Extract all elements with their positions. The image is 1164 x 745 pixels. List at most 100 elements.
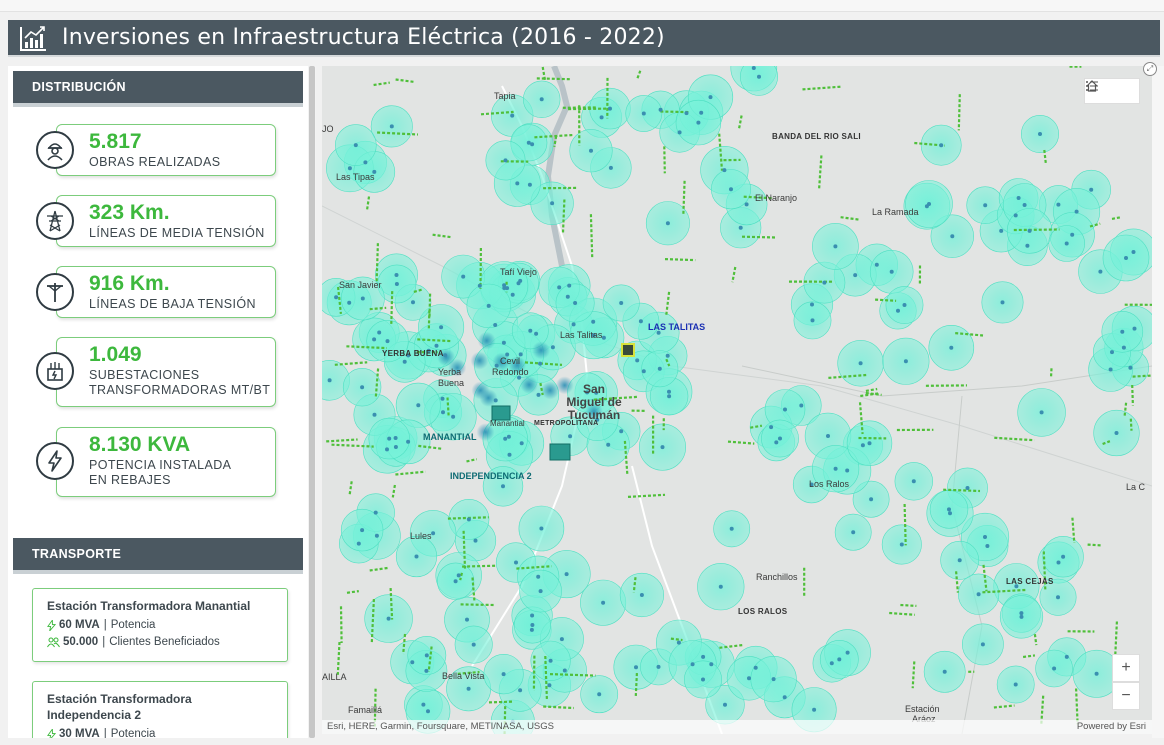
substation-point [1016, 196, 1021, 200]
substation-point [451, 414, 456, 419]
place-label: Estación [905, 704, 940, 714]
substation-point [461, 274, 466, 279]
power-line-segment [1129, 418, 1133, 431]
place-label: MANANTIAL [423, 432, 477, 442]
power-line-segment [1075, 688, 1079, 725]
power-line-segment [432, 233, 452, 239]
lightning-icon [36, 442, 74, 480]
zoom-in-button[interactable]: + [1112, 654, 1140, 682]
place-label: Las Talitas [560, 330, 603, 340]
substation-point [466, 517, 471, 522]
substation-point [385, 339, 390, 344]
legend-list-icon[interactable] [1085, 79, 1099, 93]
substation-point [829, 661, 834, 666]
dashboard-title: Inversiones en Infraestructura Eléctrica… [62, 25, 665, 50]
map-canvas[interactable] [322, 66, 1152, 734]
substation-point [667, 389, 671, 394]
map-view[interactable]: Tapia JO BANDA DEL RIO SALI Las Tipas El… [322, 66, 1152, 734]
power-line-segment [741, 235, 777, 239]
substation-point [591, 319, 596, 324]
substation-point [441, 410, 445, 415]
substation-point [548, 658, 553, 663]
substation-point [440, 396, 445, 401]
substation-point [372, 412, 377, 417]
kpi-label-line1: SUBESTACIONES [89, 368, 200, 382]
power-line-segment [993, 704, 1015, 709]
substation-point [527, 182, 532, 187]
sidebar-scroll-thumb[interactable] [309, 66, 315, 738]
substation-point [503, 436, 508, 441]
power-line-segment [369, 566, 389, 572]
power-line-segment [664, 258, 696, 262]
substation-point [1070, 232, 1075, 237]
powered-by-esri[interactable]: Powered by Esri [1077, 721, 1146, 732]
sidebar-scrollbar[interactable] [308, 66, 316, 738]
substation-point [1022, 203, 1027, 207]
substation-point [1114, 431, 1119, 435]
substation-point [465, 617, 469, 622]
place-label: Cevil [500, 356, 521, 366]
power-line-segment [1022, 654, 1036, 659]
station-power-value: 60 MVA [59, 619, 100, 631]
power-line-segment [737, 115, 743, 130]
substation-point [564, 572, 569, 577]
substation-point [493, 323, 498, 327]
substation-point [539, 526, 544, 531]
density-glow [477, 331, 496, 350]
substation-point [519, 441, 524, 446]
substation-point [571, 322, 576, 327]
power-line-segment [818, 155, 823, 190]
fullscreen-icon[interactable]: ⤢ [1143, 62, 1157, 76]
substation-point [1121, 345, 1126, 350]
substation-point [486, 303, 491, 308]
power-line-segment [889, 611, 915, 616]
place-label: METROPOLITANA [534, 420, 599, 427]
substation-point [985, 544, 990, 548]
coverage-halo [740, 66, 778, 96]
lightning-icon [47, 728, 56, 738]
kpi-label-line2: EN REBAJES [89, 473, 171, 487]
substation-point [394, 273, 399, 277]
station-clients-row: 50.000 | Clientes Beneficiados [47, 636, 277, 648]
substation-point [927, 202, 931, 206]
substation-point [501, 672, 506, 677]
substation-point [812, 707, 817, 712]
substation-point [1128, 365, 1133, 370]
substation-point [386, 616, 391, 621]
substation-point [550, 345, 555, 350]
substation-point [1056, 560, 1061, 565]
substation-point [826, 434, 830, 438]
substation-point [782, 695, 787, 700]
substation-point [503, 158, 508, 163]
substation-point [426, 709, 430, 714]
substation-point [394, 282, 399, 286]
place-label: LAS TALITAS [648, 322, 706, 332]
substation-point [385, 447, 389, 452]
map-attribution[interactable]: Esri, HERE, Garmin, Foursquare, METI/NAS… [327, 721, 554, 732]
kpi-potencia: 8.130 KVA POTENCIA INSTALADA EN REBAJES [36, 427, 278, 497]
substation-point [635, 358, 640, 363]
substation-point [747, 676, 751, 681]
substation-point [601, 600, 606, 605]
substation-point [608, 106, 612, 111]
substation-point [1019, 611, 1024, 616]
substation-point [387, 436, 392, 441]
substation-point [1039, 410, 1044, 415]
substation-point [656, 664, 661, 669]
power-line-segment [903, 503, 907, 546]
substation-point [529, 627, 534, 632]
substation-point [947, 507, 951, 512]
substation-point [1038, 132, 1042, 136]
power-line-segment [395, 470, 426, 476]
substation-point [738, 225, 743, 230]
utility-pole-icon [36, 273, 74, 311]
substation-point [1074, 209, 1079, 214]
substation-point [860, 443, 865, 448]
substation-point [769, 425, 774, 430]
power-line-segment [865, 387, 878, 392]
kpi-label-line2: TRANSFORMADORAS MT/BT [89, 383, 271, 397]
substation-point [701, 677, 705, 682]
substation-point [822, 280, 827, 285]
zoom-out-button[interactable]: − [1112, 682, 1140, 710]
substation-point [536, 574, 541, 579]
